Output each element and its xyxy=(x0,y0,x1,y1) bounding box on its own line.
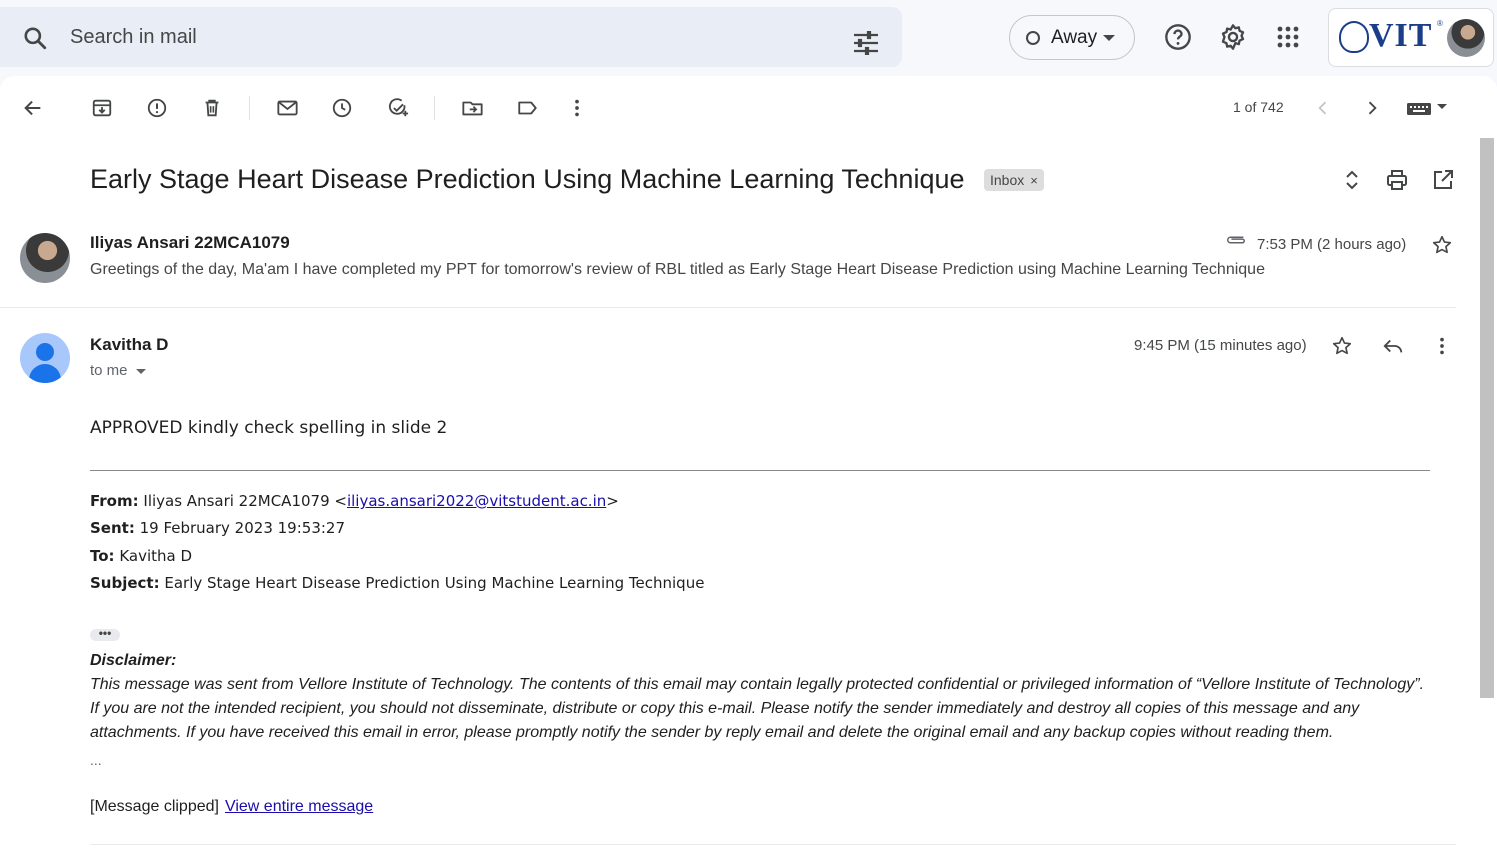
pagination-count: 1 of 742 xyxy=(1233,99,1284,115)
account-switcher[interactable]: VIT ® xyxy=(1328,8,1494,67)
snooze-clock-icon[interactable] xyxy=(331,97,353,119)
recipients-label: to me xyxy=(90,362,128,379)
add-to-tasks-icon[interactable] xyxy=(386,97,410,119)
label-tag-icon[interactable] xyxy=(516,97,539,119)
organization-logo-text: VIT xyxy=(1369,17,1433,54)
inbox-label-text: Inbox xyxy=(990,172,1025,188)
status-selector[interactable]: Away xyxy=(1009,15,1135,60)
mark-unread-mail-icon[interactable] xyxy=(276,97,299,119)
disclaimer-heading: Disclaimer: xyxy=(90,652,177,669)
disclaimer-line: This message was sent from Vellore Insti… xyxy=(90,676,1425,693)
expand-all-icon[interactable] xyxy=(1340,167,1364,193)
vit-seal-logo xyxy=(1339,21,1369,53)
message-timestamp: 7:53 PM (2 hours ago) xyxy=(1257,236,1407,253)
show-trimmed-content-button[interactable]: ••• xyxy=(90,627,120,641)
chevron-down-icon xyxy=(1103,35,1115,41)
toolbar-divider xyxy=(434,96,435,120)
disclaimer-line: If you are not the intended recipient, y… xyxy=(90,700,1360,717)
apps-grid-icon[interactable] xyxy=(1276,25,1300,49)
message-view: 1 of 742 Early Stage Heart Disease Predi… xyxy=(0,76,1497,862)
help-icon[interactable] xyxy=(1164,23,1192,51)
older-chevron-right-icon[interactable] xyxy=(1362,97,1382,119)
message-timestamp: 9:45 PM (15 minutes ago) xyxy=(1134,337,1307,354)
recipients-toggle[interactable]: to me xyxy=(90,362,146,379)
reply-arrow-icon[interactable] xyxy=(1381,335,1405,357)
message-divider xyxy=(0,307,1456,308)
newer-chevron-left-icon[interactable] xyxy=(1313,97,1333,119)
star-icon[interactable] xyxy=(1331,335,1353,357)
quoted-subject: Subject: Early Stage Heart Disease Predi… xyxy=(90,574,705,592)
show-details-caret-icon[interactable] xyxy=(135,368,146,374)
report-spam-icon[interactable] xyxy=(146,97,168,119)
input-tools-keyboard-icon[interactable] xyxy=(1406,97,1450,119)
view-entire-message-link[interactable]: View entire message xyxy=(225,798,373,815)
scrollbar-thumb[interactable] xyxy=(1480,138,1494,698)
more-options-icon[interactable] xyxy=(566,97,588,119)
settings-gear-icon[interactable] xyxy=(1219,23,1247,51)
registered-mark: ® xyxy=(1437,19,1443,28)
quoted-divider xyxy=(90,470,1430,471)
message-clipped-notice: [Message clipped] View entire message xyxy=(90,798,373,816)
sender-email-link[interactable]: iliyas.ansari2022@vitstudent.ac.in xyxy=(347,492,606,510)
remove-label-close-icon[interactable]: × xyxy=(1030,173,1038,188)
thread-subject: Early Stage Heart Disease Prediction Usi… xyxy=(90,164,965,194)
clipped-label: [Message clipped] xyxy=(90,798,219,815)
sender-name: Iliyas Ansari 22MCA1079 xyxy=(90,233,290,252)
move-to-folder-icon[interactable] xyxy=(461,97,484,119)
search-icon[interactable] xyxy=(22,25,48,51)
archive-icon[interactable] xyxy=(91,97,113,119)
more-options-icon[interactable] xyxy=(1431,335,1453,357)
search-bar[interactable] xyxy=(0,7,902,67)
top-bar: Away VIT ® xyxy=(0,0,1497,76)
attachment-paperclip-icon xyxy=(1225,233,1247,247)
message-body: APPROVED kindly check spelling in slide … xyxy=(90,418,448,438)
delete-trash-icon[interactable] xyxy=(201,97,223,119)
disclaimer-line: attachments. If you have received this e… xyxy=(90,724,1334,741)
search-input[interactable] xyxy=(70,21,770,53)
quoted-from: From: Iliyas Ansari 22MCA1079 <iliyas.an… xyxy=(90,492,619,510)
search-options-icon[interactable] xyxy=(852,31,880,55)
message-snippet: Greetings of the day, Ma'am I have compl… xyxy=(90,261,1265,278)
inbox-label-chip: Inbox × xyxy=(984,169,1044,191)
print-icon[interactable] xyxy=(1385,168,1409,192)
quoted-sent: Sent: 19 February 2023 19:53:27 xyxy=(90,519,345,537)
sender-name: Kavitha D xyxy=(90,335,169,354)
message-divider xyxy=(90,844,1456,845)
account-avatar[interactable] xyxy=(1447,19,1485,57)
sender-avatar xyxy=(20,233,70,283)
trimmed-ellipsis: ... xyxy=(90,752,102,768)
star-icon[interactable] xyxy=(1431,234,1453,256)
open-in-new-window-icon[interactable] xyxy=(1431,168,1455,192)
away-status-icon xyxy=(1026,31,1040,45)
default-avatar-icon xyxy=(20,333,70,383)
quoted-to: To: Kavitha D xyxy=(90,547,193,565)
status-label: Away xyxy=(1051,27,1098,48)
toolbar-divider xyxy=(249,96,250,120)
back-arrow-icon[interactable] xyxy=(22,97,44,119)
